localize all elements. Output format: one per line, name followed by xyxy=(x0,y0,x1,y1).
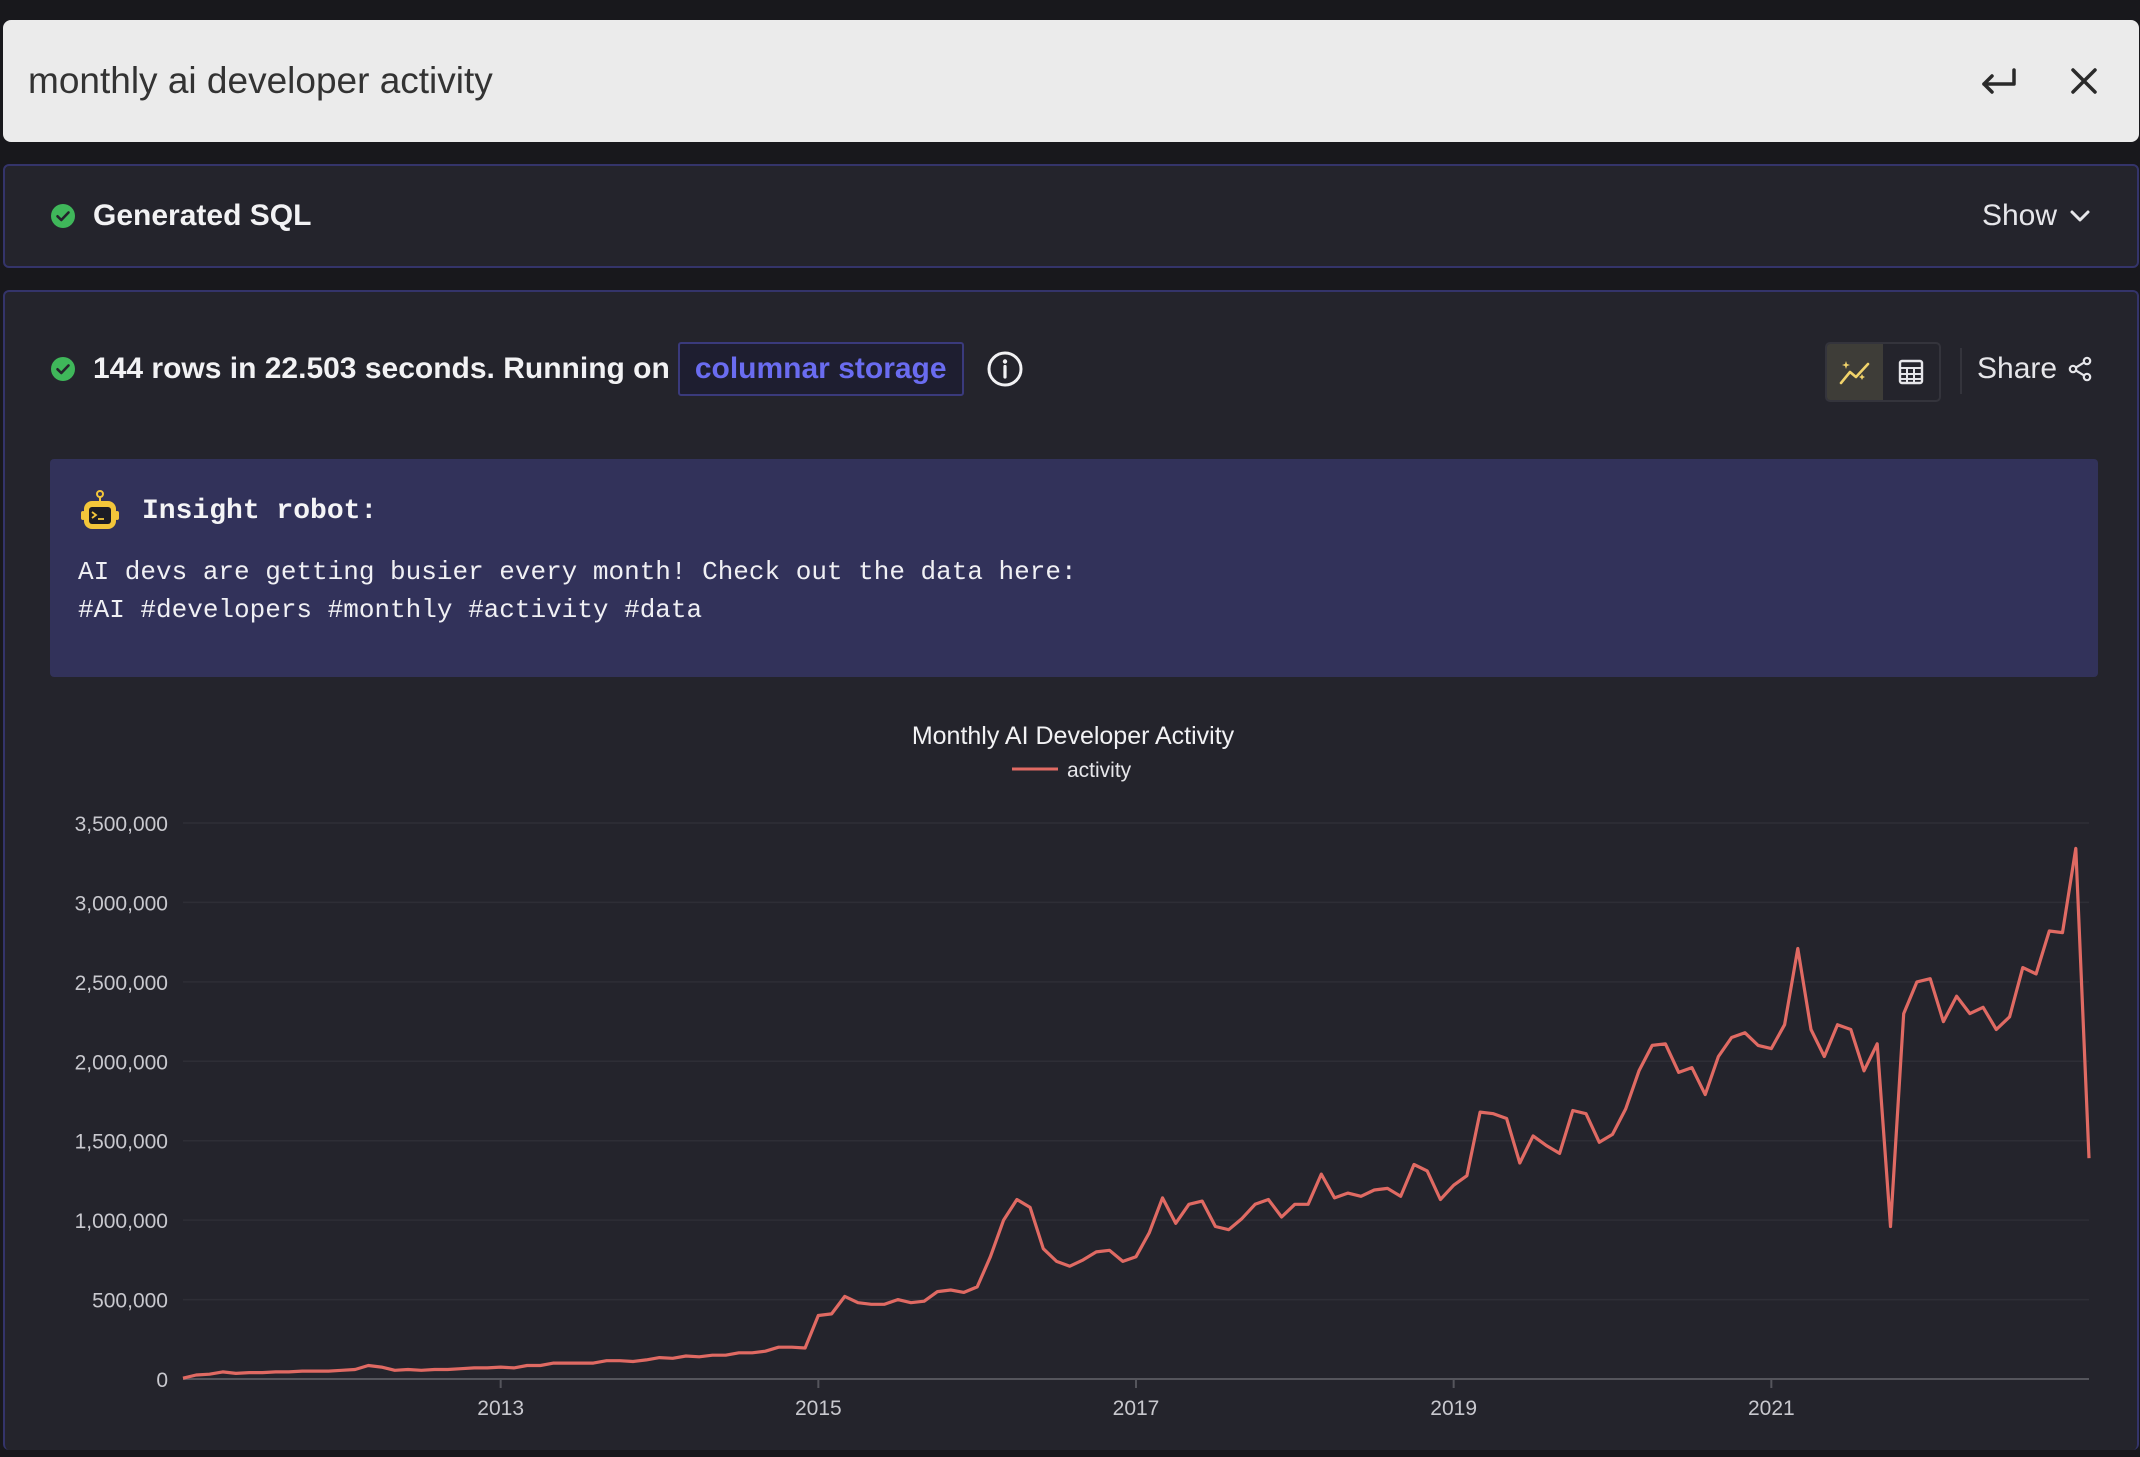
chart-view-button[interactable] xyxy=(1827,344,1883,400)
insight-box: Insight robot: AI devs are getting busie… xyxy=(50,459,2098,677)
y-tick-label: 3,500,000 xyxy=(75,813,168,836)
status-row: 144 rows in 22.503 seconds. Running on c… xyxy=(51,342,1024,396)
check-circle-icon xyxy=(51,357,75,381)
info-icon[interactable] xyxy=(986,350,1024,388)
show-sql-label: Show xyxy=(1981,199,2057,232)
x-axis: 2013 2015 2017 2019 2021 xyxy=(477,1379,1795,1420)
y-axis: 0 500,000 1,000,000 1,500,000 2,000,000 2,500… xyxy=(75,813,168,1392)
x-tick-label: 2013 xyxy=(477,1397,524,1420)
table-view-button[interactable] xyxy=(1883,344,1939,400)
magic-chart-icon xyxy=(1839,361,1870,385)
series-line-activity[interactable] xyxy=(182,846,2091,1380)
generated-sql-title: Generated SQL xyxy=(93,199,312,232)
insight-title: Insight robot: xyxy=(142,495,378,527)
result-panel: 144 rows in 22.503 seconds. Running on c… xyxy=(3,290,2139,1450)
y-tick-label: 2,000,000 xyxy=(75,1051,168,1074)
chevron-down-icon xyxy=(2070,210,2090,222)
status-text: 144 rows in 22.503 seconds. Running on xyxy=(93,352,670,385)
y-tick-label: 3,000,000 xyxy=(75,892,168,915)
generated-sql-panel: Generated SQL Show xyxy=(3,164,2139,268)
y-tick-label: 1,000,000 xyxy=(75,1210,168,1233)
x-tick-label: 2021 xyxy=(1748,1397,1795,1420)
line-chart: Monthly AI Developer Activity activity 0… xyxy=(75,722,2091,1420)
y-tick-label: 1,500,000 xyxy=(75,1131,168,1154)
table-icon xyxy=(1898,359,1924,385)
y-tick-label: 0 xyxy=(156,1369,168,1392)
y-tick-label: 2,500,000 xyxy=(75,972,168,995)
chart-legend[interactable]: activity xyxy=(1012,759,1132,782)
columnar-storage-link[interactable]: columnar storage xyxy=(677,342,964,396)
chart-grid xyxy=(183,822,2089,1380)
view-toggle xyxy=(1825,342,1941,402)
enter-icon[interactable] xyxy=(1968,51,2028,111)
share-button[interactable]: Share xyxy=(1977,352,2093,386)
share-label: Share xyxy=(1977,352,2058,385)
show-sql-button[interactable]: Show xyxy=(1982,199,2091,233)
insight-text: AI devs are getting busier every month! … xyxy=(78,557,1077,625)
toolbar-divider xyxy=(1960,348,1962,394)
check-circle-icon xyxy=(51,204,75,228)
share-icon xyxy=(2068,356,2092,382)
search-input[interactable] xyxy=(28,20,1942,142)
search-bar xyxy=(3,20,2139,142)
y-tick-label: 500,000 xyxy=(92,1290,168,1313)
chart-title: Monthly AI Developer Activity xyxy=(912,722,1235,750)
legend-label: activity xyxy=(1067,759,1132,782)
x-tick-label: 2019 xyxy=(1430,1397,1477,1420)
activity-chart: Monthly AI Developer Activity activity 0… xyxy=(5,692,2140,1452)
x-tick-label: 2015 xyxy=(795,1397,842,1420)
x-tick-label: 2017 xyxy=(1113,1397,1160,1420)
close-icon[interactable] xyxy=(2054,51,2114,111)
robot-icon xyxy=(81,490,119,529)
